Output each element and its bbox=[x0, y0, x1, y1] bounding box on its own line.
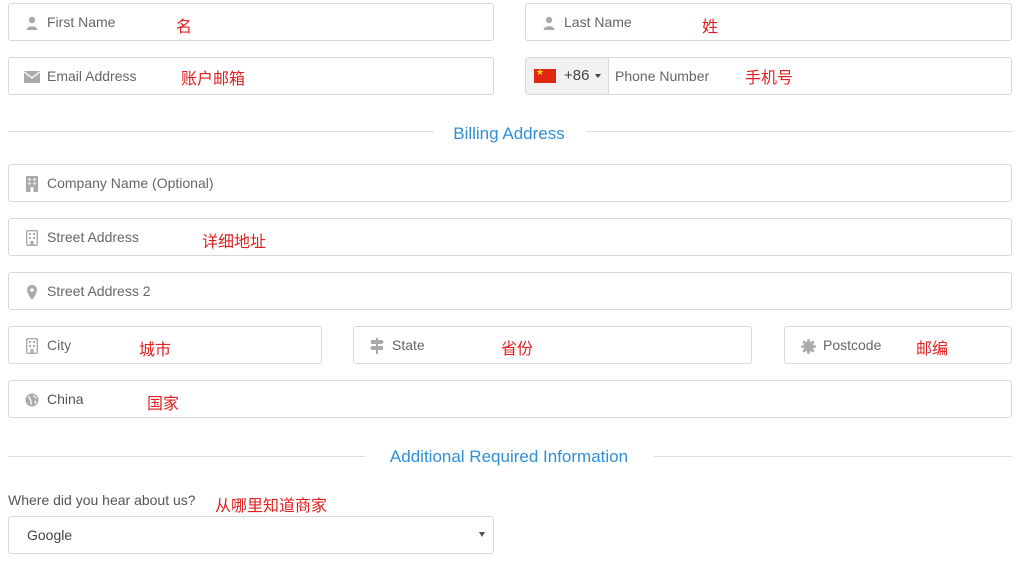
phone-note: 手机号 bbox=[745, 68, 794, 87]
email-field[interactable]: Email Address bbox=[8, 57, 494, 95]
referral-select[interactable]: Google bbox=[8, 516, 494, 554]
building-icon bbox=[23, 175, 41, 193]
email-note: 账户邮箱 bbox=[181, 69, 246, 88]
divider-left bbox=[8, 456, 365, 457]
phone-placeholder: Phone Number bbox=[615, 68, 710, 84]
street-address-field[interactable]: Street Address bbox=[8, 218, 1012, 256]
country-code-selector[interactable]: ★ +86 bbox=[526, 58, 609, 94]
user-icon bbox=[540, 14, 558, 32]
dropdown-arrow-icon bbox=[479, 532, 485, 537]
street-address-2-field[interactable]: Street Address 2 bbox=[8, 272, 1012, 310]
country-value: China bbox=[47, 391, 84, 407]
caret-down-icon bbox=[595, 74, 601, 78]
country-code: +86 bbox=[564, 67, 590, 84]
state-field[interactable]: State bbox=[353, 326, 752, 364]
certificate-icon bbox=[799, 337, 817, 355]
first-name-placeholder: First Name bbox=[47, 14, 116, 30]
china-flag-icon: ★ bbox=[534, 67, 556, 83]
street-address-2-placeholder: Street Address 2 bbox=[47, 283, 151, 299]
state-note: 省份 bbox=[501, 339, 534, 358]
street-address-note: 详细地址 bbox=[202, 232, 267, 251]
building-icon bbox=[23, 229, 41, 247]
billing-section-title: Billing Address bbox=[453, 124, 565, 143]
referral-selected-value: Google bbox=[27, 527, 73, 543]
company-placeholder: Company Name (Optional) bbox=[47, 175, 214, 191]
last-name-field[interactable]: Last Name bbox=[525, 3, 1012, 41]
postcode-note: 邮编 bbox=[916, 339, 949, 358]
building-icon bbox=[23, 337, 41, 355]
postcode-placeholder: Postcode bbox=[823, 337, 882, 353]
referral-note: 从哪里知道商家 bbox=[215, 496, 328, 515]
signpost-icon bbox=[368, 337, 386, 355]
additional-section-title: Additional Required Information bbox=[389, 447, 629, 466]
user-icon bbox=[23, 14, 41, 32]
divider-left bbox=[8, 131, 434, 132]
company-field[interactable]: Company Name (Optional) bbox=[8, 164, 1012, 202]
last-name-placeholder: Last Name bbox=[564, 14, 632, 30]
first-name-field[interactable]: First Name bbox=[8, 3, 494, 41]
city-note: 城市 bbox=[139, 340, 172, 359]
divider-right bbox=[586, 131, 1012, 132]
state-placeholder: State bbox=[392, 337, 425, 353]
divider-right bbox=[654, 456, 1012, 457]
envelope-icon bbox=[23, 68, 41, 86]
last-name-note: 姓 bbox=[702, 17, 719, 36]
country-note: 国家 bbox=[147, 394, 180, 413]
globe-icon bbox=[23, 391, 41, 409]
map-marker-icon bbox=[23, 283, 41, 301]
postcode-field[interactable]: Postcode bbox=[784, 326, 1012, 364]
referral-question-label: Where did you hear about us? bbox=[8, 492, 196, 508]
street-address-placeholder: Street Address bbox=[47, 229, 139, 245]
first-name-note: 名 bbox=[176, 17, 193, 36]
email-placeholder: Email Address bbox=[47, 68, 137, 84]
city-placeholder: City bbox=[47, 337, 72, 353]
